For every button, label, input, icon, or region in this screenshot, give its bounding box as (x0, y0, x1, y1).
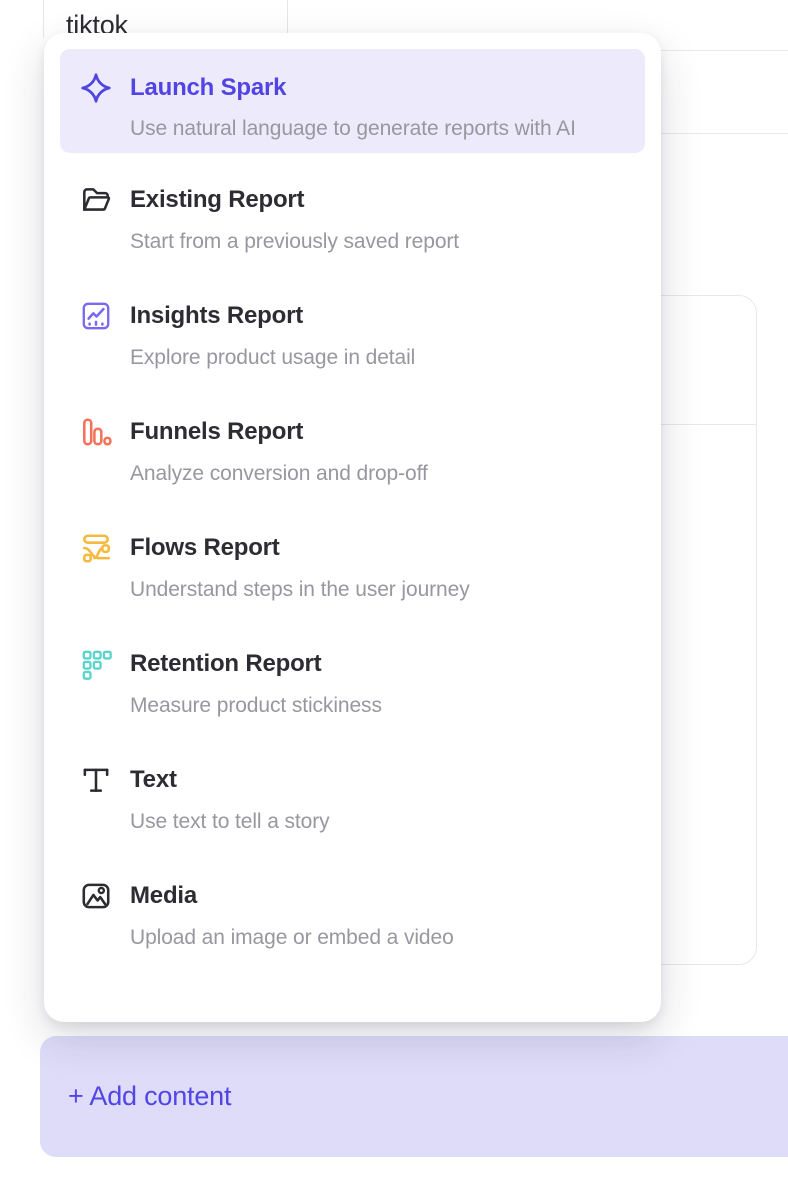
menu-item-text[interactable]: Text Use text to tell a story (60, 765, 645, 837)
background-card-right-border (287, 0, 288, 36)
media-image-icon (78, 878, 114, 914)
menu-item-funnels-report[interactable]: Funnels Report Analyze conversion and dr… (60, 417, 645, 489)
menu-item-description: Explore product usage in detail (130, 343, 415, 373)
menu-item-insights-report[interactable]: Insights Report Explore product usage in… (60, 301, 645, 373)
menu-item-label: Media (130, 882, 197, 909)
menu-item-retention-report[interactable]: Retention Report Measure product stickin… (60, 649, 645, 721)
background-card-left-border (43, 0, 44, 38)
menu-item-description: Start from a previously saved report (130, 227, 459, 257)
menu-item-label: Flows Report (130, 534, 280, 561)
folder-open-icon (78, 182, 114, 218)
menu-item-label: Retention Report (130, 650, 321, 677)
add-content-menu: Launch Spark Use natural language to gen… (44, 33, 661, 1022)
add-content-button[interactable]: + Add content (40, 1036, 788, 1157)
menu-item-description: Upload an image or embed a video (130, 923, 454, 953)
menu-item-description: Analyze conversion and drop-off (130, 459, 428, 489)
menu-item-label: Text (130, 766, 177, 793)
insights-chart-icon (78, 298, 114, 334)
menu-item-media[interactable]: Media Upload an image or embed a video (60, 881, 645, 953)
menu-item-launch-spark[interactable]: Launch Spark Use natural language to gen… (60, 49, 645, 153)
menu-item-description: Use natural language to generate reports… (130, 109, 576, 149)
text-icon (78, 762, 114, 798)
menu-item-label: Existing Report (130, 186, 304, 213)
menu-item-label: Launch Spark (130, 74, 286, 101)
funnels-bars-icon (78, 414, 114, 450)
menu-item-existing-report[interactable]: Existing Report Start from a previously … (60, 185, 645, 257)
menu-item-flows-report[interactable]: Flows Report Understand steps in the use… (60, 533, 645, 605)
menu-item-label: Insights Report (130, 302, 303, 329)
menu-item-description: Use text to tell a story (130, 807, 330, 837)
menu-item-description: Measure product stickiness (130, 691, 382, 721)
spark-icon (78, 70, 114, 106)
menu-item-label: Funnels Report (130, 418, 303, 445)
menu-item-description: Understand steps in the user journey (130, 575, 470, 605)
add-content-label: + Add content (68, 1081, 231, 1112)
retention-grid-icon (78, 646, 114, 682)
flows-icon (78, 530, 114, 566)
